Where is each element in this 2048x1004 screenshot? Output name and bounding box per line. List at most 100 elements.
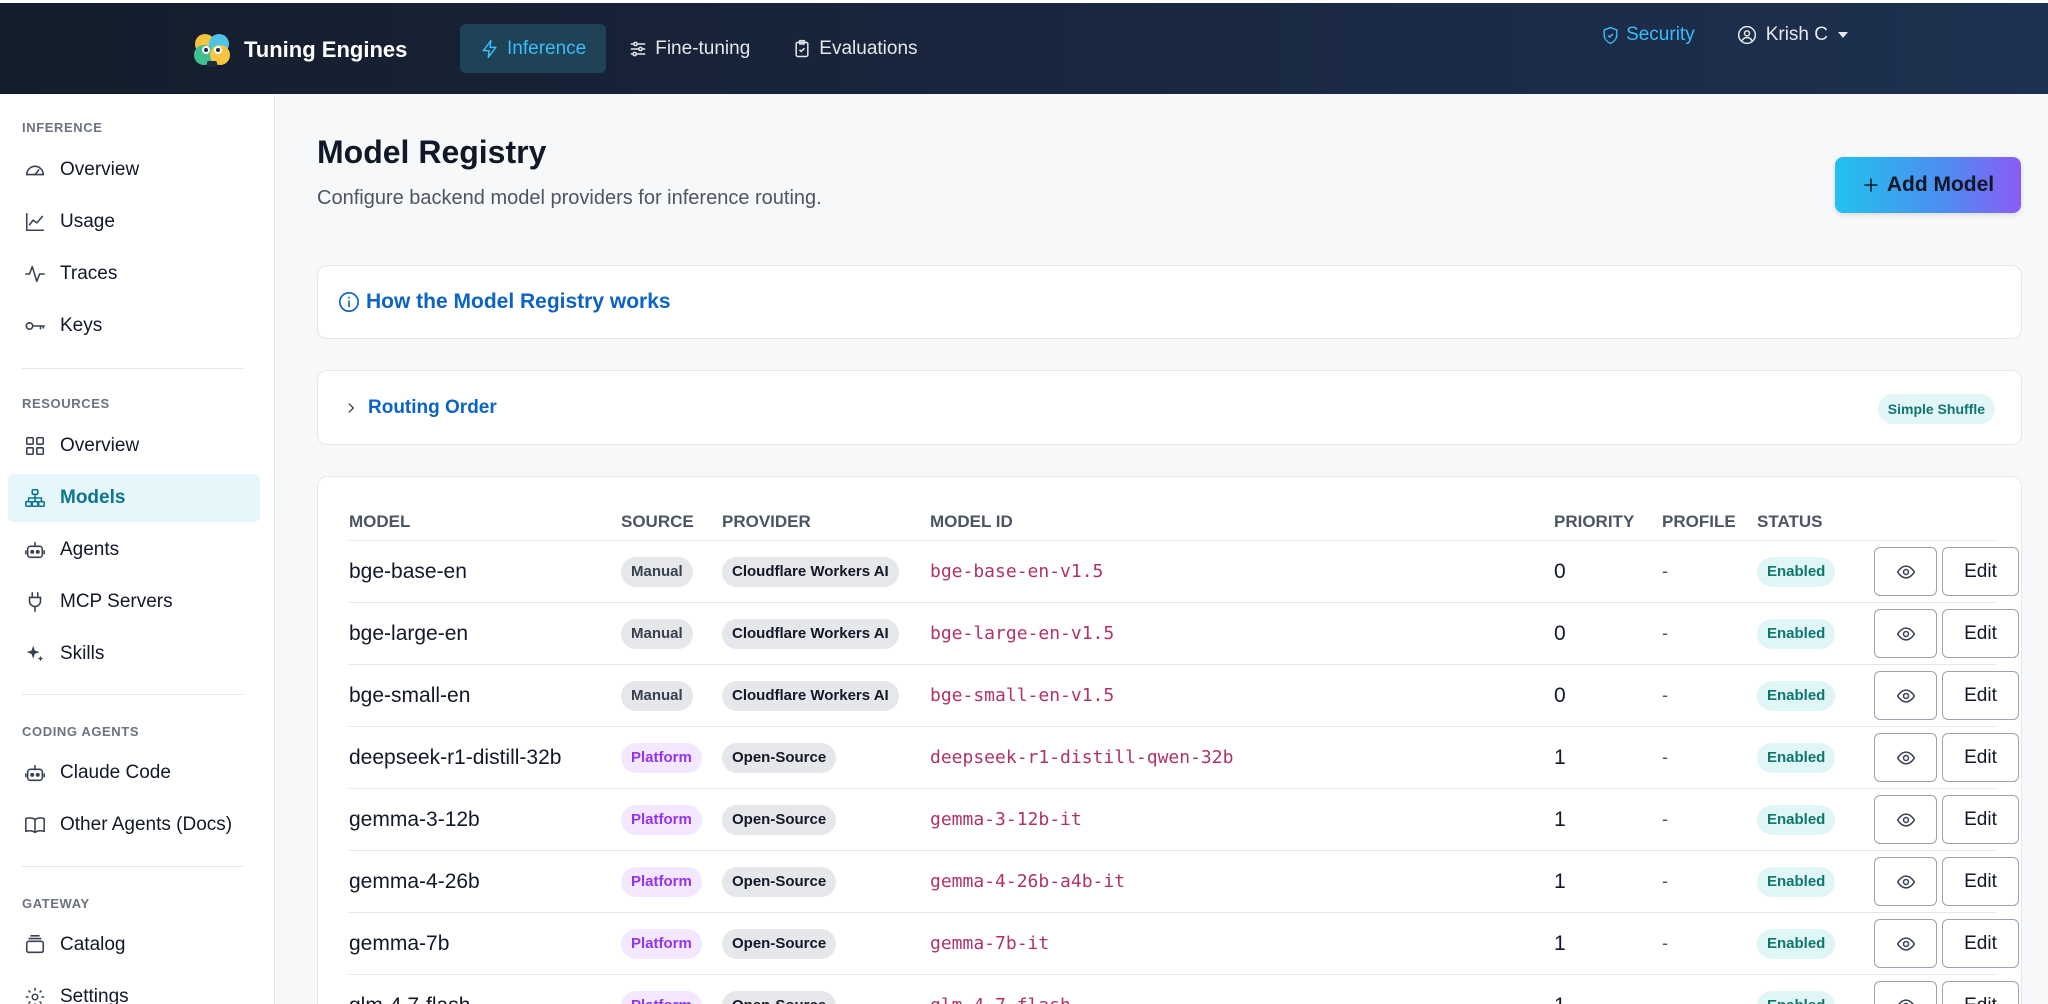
sidebar-item-models[interactable]: Models [8, 474, 260, 522]
sidebar-item-catalog[interactable]: Catalog [8, 921, 260, 969]
priority-value: 1 [1554, 931, 1566, 955]
column-header-priority[interactable]: PRIORITY [1554, 512, 1634, 532]
table-header: MODEL SOURCE PROVIDER MODEL ID PRIORITY … [349, 504, 1997, 540]
column-header-profile[interactable]: PROFILE [1662, 512, 1736, 532]
how-it-works-link[interactable]: How the Model Registry works [317, 265, 2022, 339]
profile-value: - [1662, 623, 1668, 643]
table-row: bge-small-en Manual Cloudflare Workers AI b… [349, 664, 2019, 726]
profile-value: - [1662, 747, 1668, 767]
sidebar-item-inference-overview[interactable]: Overview [8, 146, 260, 194]
sidebar-item-other-agents-docs[interactable]: Other Agents (Docs) [8, 801, 260, 849]
sidebar-item-mcp-servers[interactable]: MCP Servers [8, 578, 260, 626]
edit-button[interactable]: Edit [1942, 671, 2019, 720]
sidebar-item-usage[interactable]: Usage [8, 198, 260, 246]
column-header-model[interactable]: MODEL [349, 512, 410, 532]
user-menu[interactable]: Krish C [1737, 24, 1848, 46]
shield-icon [1603, 26, 1618, 44]
grid-icon [25, 436, 45, 456]
model-id: glm-4.7-flash [930, 975, 1071, 1004]
profile-value: - [1662, 809, 1668, 829]
gear-icon [25, 987, 45, 1004]
priority-value: 1 [1554, 745, 1566, 769]
sidebar-item-label: Other Agents (Docs) [60, 814, 233, 835]
provider-badge: Open-Source [722, 742, 837, 773]
nav-label: Evaluations [819, 37, 918, 59]
status-badge: Enabled [1757, 556, 1836, 587]
view-button[interactable] [1874, 795, 1937, 844]
sidebar-section-title: RESOURCES [22, 396, 110, 411]
sidebar-item-settings[interactable]: Settings [8, 973, 260, 1004]
model-name: bge-large-en [349, 621, 469, 645]
line-chart-icon [25, 212, 45, 232]
sidebar-item-traces[interactable]: Traces [8, 250, 260, 298]
edit-button[interactable]: Edit [1942, 547, 2019, 596]
view-button[interactable] [1874, 919, 1937, 968]
nav-inference[interactable]: Inference [460, 24, 607, 73]
status-badge: Enabled [1757, 990, 1836, 1004]
edit-button[interactable]: Edit [1942, 609, 2019, 658]
view-button[interactable] [1874, 733, 1937, 782]
view-button[interactable] [1874, 981, 1937, 1004]
column-header-status[interactable]: STATUS [1757, 512, 1822, 532]
brand[interactable]: Tuning Engines [190, 30, 407, 70]
sidebar-item-claude-code[interactable]: Claude Code [8, 749, 260, 797]
provider-cell: Open-Source [722, 789, 837, 850]
source-badge: Platform [621, 804, 702, 835]
source-cell: Platform [621, 789, 702, 850]
priority-value: 1 [1554, 807, 1566, 831]
nav-fine-tuning[interactable]: Fine-tuning [608, 24, 770, 73]
security-label: Security [1626, 24, 1695, 45]
edit-button[interactable]: Edit [1942, 919, 2019, 968]
sparkles-icon [26, 645, 44, 662]
status-badge: Enabled [1757, 866, 1836, 897]
source-cell: Platform [621, 913, 702, 974]
sidebar-item-agents[interactable]: Agents [8, 526, 260, 574]
provider-cell: Open-Source [722, 975, 837, 1004]
table-row: glm-4.7-flash Platform Open-Source glm-4.7-… [349, 974, 2019, 1004]
table-row: gemma-3-12b Platform Open-Source gemma-3-12… [349, 788, 2019, 850]
nav-evaluations[interactable]: Evaluations [772, 24, 937, 73]
model-id: bge-large-en-v1.5 [930, 623, 1115, 644]
security-link[interactable]: Security [1601, 24, 1695, 46]
edit-button[interactable]: Edit [1942, 733, 2019, 782]
view-button[interactable] [1874, 547, 1937, 596]
sidebar-item-resources-overview[interactable]: Overview [8, 422, 260, 470]
model-name: bge-small-en [349, 683, 471, 707]
source-badge: Manual [621, 618, 693, 649]
eye-icon [1896, 874, 1915, 889]
column-header-provider[interactable]: PROVIDER [722, 512, 811, 532]
sidebar-item-keys[interactable]: Keys [8, 302, 260, 350]
column-header-source[interactable]: SOURCE [621, 512, 694, 532]
priority-value: 0 [1554, 683, 1566, 707]
view-button[interactable] [1874, 609, 1937, 658]
source-badge: Platform [621, 866, 702, 897]
row-actions: Edit [1874, 603, 2019, 664]
page-subtitle: Configure backend model providers for in… [317, 187, 822, 209]
sidebar-item-label: Claude Code [60, 762, 171, 783]
source-cell: Platform [621, 975, 702, 1004]
sidebar-item-label: Keys [60, 315, 103, 336]
edit-button[interactable]: Edit [1942, 857, 2019, 906]
add-model-button[interactable]: Add Model [1835, 157, 2021, 213]
priority-value: 0 [1554, 559, 1566, 583]
column-header-model-id[interactable]: MODEL ID [930, 512, 1013, 532]
status-cell: Enabled [1757, 665, 1836, 726]
routing-order-panel[interactable]: Routing Order Simple Shuffle [317, 370, 2022, 445]
table-row: gemma-4-26b Platform Open-Source gemma-4-26… [349, 850, 2019, 912]
info-icon [339, 292, 359, 312]
edit-button[interactable]: Edit [1942, 795, 2019, 844]
source-cell: Platform [621, 851, 702, 912]
table-row: bge-base-en Manual Cloudflare Workers AI bg… [349, 540, 2019, 602]
row-actions: Edit [1874, 913, 2019, 974]
sidebar-item-skills[interactable]: Skills [8, 630, 260, 678]
sidebar-section-title: GATEWAY [22, 896, 90, 911]
source-cell: Platform [621, 727, 702, 788]
edit-button[interactable]: Edit [1942, 981, 2019, 1004]
provider-cell: Cloudflare Workers AI [722, 541, 899, 602]
top-navbar: Tuning Engines Inference Fine-tuning Eva… [0, 3, 2048, 94]
source-badge: Manual [621, 680, 693, 711]
row-actions: Edit [1874, 789, 2019, 850]
view-button[interactable] [1874, 671, 1937, 720]
view-button[interactable] [1874, 857, 1937, 906]
model-name: glm-4.7-flash [349, 975, 470, 1004]
